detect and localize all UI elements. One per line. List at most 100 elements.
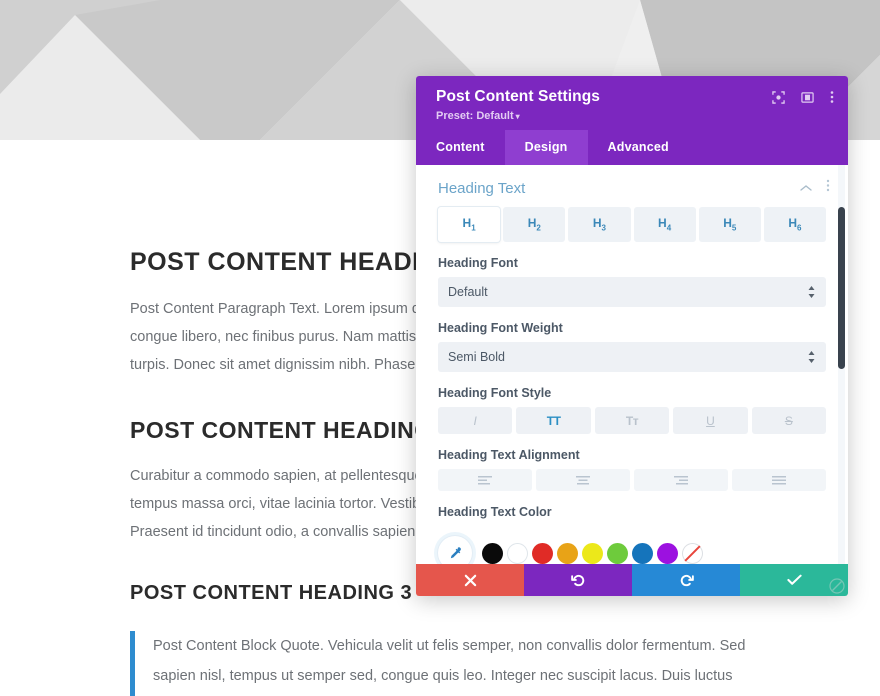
kebab-menu-glyph <box>830 91 834 103</box>
modal-body: Heading Text H1 H2 H3 H4 H5 H6 Heading F… <box>416 165 848 596</box>
heading-font-weight-label: Heading Font Weight <box>438 321 563 336</box>
swatch-black[interactable] <box>482 542 503 564</box>
align-justify-button[interactable] <box>732 469 826 492</box>
underline-icon: U <box>706 413 715 428</box>
h3-sub: 3 <box>601 223 606 233</box>
chevron-up-glyph <box>800 185 812 191</box>
focus-target-icon[interactable] <box>772 90 785 108</box>
tab-design[interactable]: Design <box>504 130 588 165</box>
swatch-green[interactable] <box>607 542 628 564</box>
heading-text-color-label: Heading Text Color <box>438 505 552 520</box>
check-icon <box>786 574 802 585</box>
heading-font-weight-value: Semi Bold <box>448 350 505 365</box>
section-kebab-menu-icon[interactable] <box>826 179 830 197</box>
select-arrows-icon <box>807 285 816 300</box>
heading-font-style-label: Heading Font Style <box>438 386 552 401</box>
h6-sub: 6 <box>797 223 802 233</box>
uppercase-icon: TT <box>546 413 561 428</box>
section-heading-text: Heading Text <box>416 165 848 207</box>
underline-button[interactable]: U <box>673 407 748 435</box>
heading-font-weight-select[interactable]: Semi Bold <box>438 342 826 373</box>
align-right-button[interactable] <box>634 469 728 492</box>
cancel-button[interactable] <box>416 564 524 596</box>
field-heading-font-style: Heading Font Style I TT Tᴛ U S <box>416 372 848 435</box>
swatch-yellow[interactable] <box>582 542 603 564</box>
heading-text-alignment-buttons <box>438 469 826 492</box>
uppercase-button[interactable]: TT <box>516 407 591 435</box>
swatch-white[interactable] <box>507 542 528 564</box>
small-caps-button[interactable]: Tᴛ <box>594 407 670 435</box>
swatch-blue[interactable] <box>632 542 653 564</box>
align-justify-icon <box>772 476 786 485</box>
heading-level-h2[interactable]: H2 <box>503 207 566 243</box>
kebab-menu-icon[interactable] <box>830 90 834 108</box>
strikethrough-icon: S <box>784 413 793 428</box>
heading-level-h1[interactable]: H1 <box>438 207 501 243</box>
save-button[interactable] <box>740 564 848 596</box>
swatch-purple[interactable] <box>657 542 678 564</box>
modal-action-bar <box>416 564 848 596</box>
resize-handle[interactable] <box>829 578 845 594</box>
post-content-settings-modal[interactable]: Post Content Settings Preset: Default▾ <box>416 76 848 596</box>
h1-sub: 1 <box>471 223 476 233</box>
post-blockquote: Post Content Block Quote. Vehicula velit… <box>130 631 750 696</box>
h4-label: H <box>658 216 667 230</box>
heading-level-h4[interactable]: H4 <box>633 207 696 243</box>
layout-columns-icon[interactable] <box>801 91 814 108</box>
swatch-orange[interactable] <box>557 542 578 564</box>
heading-font-label: Heading Font <box>438 256 518 271</box>
redo-icon <box>680 574 694 586</box>
align-right-icon <box>674 476 688 485</box>
eyedropper-glyph <box>450 547 461 559</box>
h5-label: H <box>723 216 732 230</box>
modal-header-icons <box>772 90 834 108</box>
modal-header: Post Content Settings Preset: Default ▾ <box>416 76 848 130</box>
h3-label: H <box>592 216 602 230</box>
redo-button[interactable] <box>632 564 740 596</box>
h5-sub: 5 <box>731 223 737 233</box>
preset-label: Preset: Default <box>436 110 514 122</box>
heading-text-alignment-label: Heading Text Alignment <box>438 448 580 463</box>
field-heading-font-weight: Heading Font Weight Semi Bold <box>416 307 848 373</box>
heading-font-value: Default <box>448 285 488 300</box>
swatch-none[interactable] <box>682 542 703 564</box>
tab-advanced[interactable]: Advanced <box>588 130 689 165</box>
heading-level-h5[interactable]: H5 <box>698 207 761 243</box>
focus-target-glyph <box>772 90 785 104</box>
layout-columns-glyph <box>801 91 814 103</box>
h1-label: H <box>462 216 472 230</box>
italic-button[interactable]: I <box>438 407 513 435</box>
modal-scrollbar-thumb[interactable] <box>838 207 845 369</box>
heading-font-select[interactable]: Default <box>438 277 826 308</box>
small-caps-icon: Tᴛ <box>625 413 639 428</box>
heading-level-tabs: H1 H2 H3 H4 H5 H6 <box>416 207 848 243</box>
strikethrough-button[interactable]: S <box>751 407 827 435</box>
h4-sub: 4 <box>666 223 672 233</box>
section-kebab-glyph <box>826 179 830 192</box>
tab-content[interactable]: Content <box>416 130 505 165</box>
h6-label: H <box>788 216 798 230</box>
section-title: Heading Text <box>438 179 526 197</box>
align-center-button[interactable] <box>536 469 630 492</box>
select-arrows-glyph <box>808 285 815 298</box>
undo-button[interactable] <box>524 564 632 596</box>
resize-handle-icon <box>829 578 845 594</box>
h2-sub: 2 <box>536 223 541 233</box>
close-icon <box>464 574 476 586</box>
swatch-red[interactable] <box>532 542 553 564</box>
undo-icon <box>570 574 584 586</box>
align-left-button[interactable] <box>438 469 532 492</box>
select-arrows-icon-2 <box>807 350 816 365</box>
align-center-icon <box>576 476 590 485</box>
modal-tabs: Content Design Advanced <box>416 130 848 165</box>
chevron-down-icon: ▾ <box>515 112 520 121</box>
align-left-icon <box>478 476 492 485</box>
italic-icon: I <box>473 413 477 428</box>
preset-selector[interactable]: Preset: Default ▾ <box>436 110 832 122</box>
heading-font-style-buttons: I TT Tᴛ U S <box>438 407 827 435</box>
chevron-up-icon[interactable] <box>800 179 812 197</box>
heading-level-h6[interactable]: H6 <box>763 207 827 243</box>
field-heading-font: Heading Font Default <box>416 242 848 308</box>
select-arrows-glyph-2 <box>808 350 815 363</box>
heading-level-h3[interactable]: H3 <box>568 207 631 243</box>
